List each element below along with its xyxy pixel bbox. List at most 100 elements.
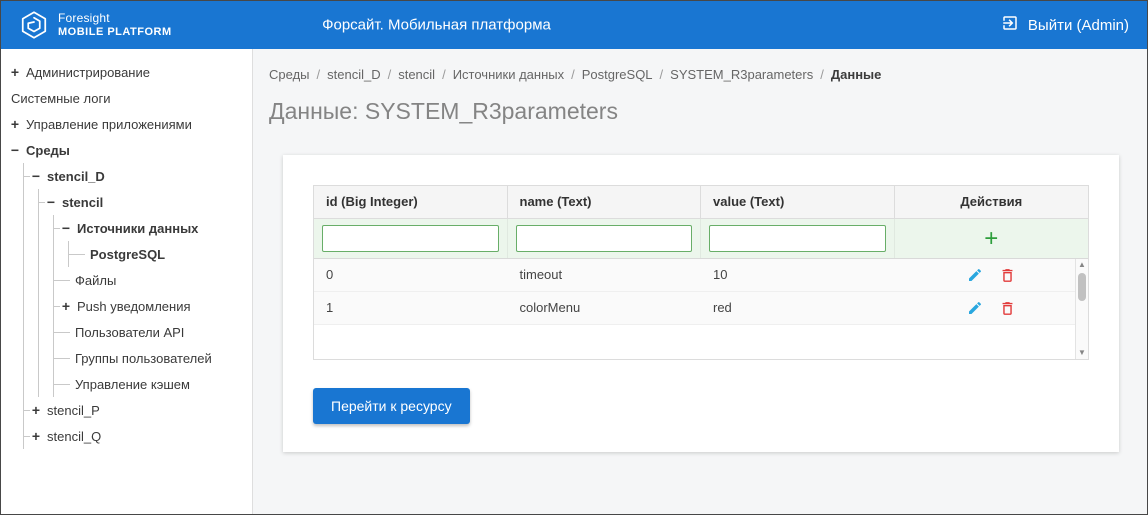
collapse-minus-icon[interactable]: − xyxy=(60,221,72,235)
sidebar-item-user-groups[interactable]: Группы пользователей xyxy=(54,345,252,371)
breadcrumb-separator: / xyxy=(387,67,392,82)
value-input[interactable] xyxy=(709,225,886,252)
logout-label: Выйти (Admin) xyxy=(1027,16,1129,34)
sidebar-item-label: Файлы xyxy=(75,272,117,288)
sidebar-item-data-sources[interactable]: − Источники данных xyxy=(54,215,252,241)
cell-value: 10 xyxy=(713,267,728,282)
breadcrumb-separator: / xyxy=(442,67,446,82)
tree-connector xyxy=(54,331,70,333)
edit-icon[interactable] xyxy=(967,267,983,283)
sidebar-item-label: Администрирование xyxy=(26,64,150,80)
expand-plus-icon[interactable]: + xyxy=(9,117,21,131)
filter-cell-name xyxy=(508,219,701,258)
cell-actions xyxy=(895,259,1089,291)
expand-plus-icon[interactable]: + xyxy=(30,429,42,443)
sidebar-item-app-management[interactable]: + Управление приложениями xyxy=(9,111,252,137)
breadcrumb-separator: / xyxy=(316,67,321,82)
expand-plus-icon[interactable]: + xyxy=(9,65,21,79)
sidebar-item-push-notifications[interactable]: + Push уведомления xyxy=(54,293,252,319)
breadcrumb-separator: / xyxy=(659,67,664,82)
sidebar-item-stencil-q[interactable]: + stencil_Q xyxy=(24,423,252,449)
scrollbar-thumb[interactable] xyxy=(1078,273,1086,301)
breadcrumb-stencil-d[interactable]: stencil_D xyxy=(327,67,380,82)
table-row[interactable]: 1 colorMenu red xyxy=(314,292,1088,325)
edit-icon[interactable] xyxy=(967,300,983,316)
go-to-resource-button[interactable]: Перейти к ресурсу xyxy=(313,388,470,424)
sidebar-item-label: Среды xyxy=(26,142,70,158)
sidebar-item-label: PostgreSQL xyxy=(90,246,166,262)
collapse-minus-icon[interactable]: − xyxy=(30,169,42,183)
table-scrollbar[interactable]: ▲ ▼ xyxy=(1075,259,1088,359)
delete-icon[interactable] xyxy=(999,300,1016,317)
column-header-actions: Действия xyxy=(894,186,1088,219)
add-row-icon[interactable]: + xyxy=(984,226,998,250)
sidebar: + Администрирование Системные логи + Упр… xyxy=(1,49,253,514)
sidebar-item-administration[interactable]: + Администрирование xyxy=(9,59,252,85)
sidebar-item-environments[interactable]: − Среды xyxy=(9,137,252,163)
cell-name: colorMenu xyxy=(519,300,581,315)
name-input[interactable] xyxy=(515,225,692,252)
sidebar-item-label: Системные логи xyxy=(11,90,111,106)
sidebar-item-label: stencil_Q xyxy=(47,428,102,444)
breadcrumb-stencil[interactable]: stencil xyxy=(398,67,435,82)
breadcrumb-postgresql[interactable]: PostgreSQL xyxy=(582,67,653,82)
sidebar-item-label: stencil_P xyxy=(47,402,100,418)
expand-plus-icon[interactable]: + xyxy=(60,299,72,313)
cell-id: 1 xyxy=(326,300,334,315)
breadcrumb-data-sources[interactable]: Источники данных xyxy=(453,67,564,82)
sidebar-item-label: Push уведомления xyxy=(77,298,191,314)
sidebar-item-stencil-d[interactable]: − stencil_D xyxy=(24,163,252,189)
sidebar-item-api-users[interactable]: Пользователи API xyxy=(54,319,252,345)
sidebar-item-system-logs[interactable]: Системные логи xyxy=(9,85,252,111)
logo-line2: MOBILE PLATFORM xyxy=(58,25,172,38)
tree-connector xyxy=(69,253,85,255)
column-header-value: value (Text) xyxy=(701,186,895,219)
sidebar-tree: + Администрирование Системные логи + Упр… xyxy=(1,49,252,449)
sidebar-item-cache-management[interactable]: Управление кэшем xyxy=(54,371,252,397)
id-input[interactable] xyxy=(322,225,499,252)
main-content: Среды / stencil_D / stencil / Источники … xyxy=(253,49,1147,514)
breadcrumb-separator: / xyxy=(820,67,824,82)
logout-icon xyxy=(1001,14,1019,36)
filter-cell-id xyxy=(314,219,508,258)
tree-connector xyxy=(54,383,70,385)
app-title: Форсайт. Мобильная платформа xyxy=(322,16,551,34)
collapse-minus-icon[interactable]: − xyxy=(45,195,57,209)
foresight-hexagon-icon xyxy=(19,10,49,40)
logo-line1: Foresight xyxy=(58,10,110,25)
delete-icon[interactable] xyxy=(999,267,1016,284)
breadcrumb-system-r3parameters[interactable]: SYSTEM_R3parameters xyxy=(670,67,813,82)
foresight-logo[interactable]: Foresight MOBILE PLATFORM xyxy=(19,10,172,40)
sidebar-item-stencil-p[interactable]: + stencil_P xyxy=(24,397,252,423)
cell-value: red xyxy=(713,300,732,315)
sidebar-item-label: stencil_D xyxy=(47,168,105,184)
sidebar-item-label: Управление приложениями xyxy=(26,116,192,132)
sidebar-item-stencil[interactable]: − stencil xyxy=(39,189,252,215)
column-header-name: name (Text) xyxy=(507,186,701,219)
tree-connector xyxy=(54,279,70,281)
breadcrumb-environments[interactable]: Среды xyxy=(269,67,310,82)
scroll-up-icon[interactable]: ▲ xyxy=(1076,259,1088,271)
add-cell: + xyxy=(895,219,1089,258)
sidebar-item-label: Источники данных xyxy=(77,220,199,236)
sidebar-item-label: Пользователи API xyxy=(75,324,185,340)
table-row[interactable]: 0 timeout 10 xyxy=(314,259,1088,292)
table-body: 0 timeout 10 1 colorMenu red xyxy=(314,259,1088,359)
page-title: Данные: SYSTEM_R3parameters xyxy=(269,98,618,124)
tree-connector xyxy=(54,357,70,359)
scroll-down-icon[interactable]: ▼ xyxy=(1076,347,1088,359)
logout-button[interactable]: Выйти (Admin) xyxy=(1001,14,1129,36)
column-header-id: id (Big Integer) xyxy=(314,186,508,219)
sidebar-item-label: stencil xyxy=(62,194,104,210)
sidebar-item-label: Группы пользователей xyxy=(75,350,212,366)
expand-plus-icon[interactable]: + xyxy=(30,403,42,417)
data-card: id (Big Integer) name (Text) value (Text… xyxy=(283,155,1119,452)
logo-text: Foresight MOBILE PLATFORM xyxy=(58,10,172,38)
top-bar: Foresight MOBILE PLATFORM Форсайт. Мобил… xyxy=(1,1,1147,49)
collapse-minus-icon[interactable]: − xyxy=(9,143,21,157)
cell-id: 0 xyxy=(326,267,334,282)
sidebar-item-files[interactable]: Файлы xyxy=(54,267,252,293)
app-window: Foresight MOBILE PLATFORM Форсайт. Мобил… xyxy=(0,0,1148,515)
breadcrumb: Среды / stencil_D / stencil / Источники … xyxy=(269,67,1127,82)
sidebar-item-postgresql[interactable]: PostgreSQL xyxy=(69,241,252,267)
